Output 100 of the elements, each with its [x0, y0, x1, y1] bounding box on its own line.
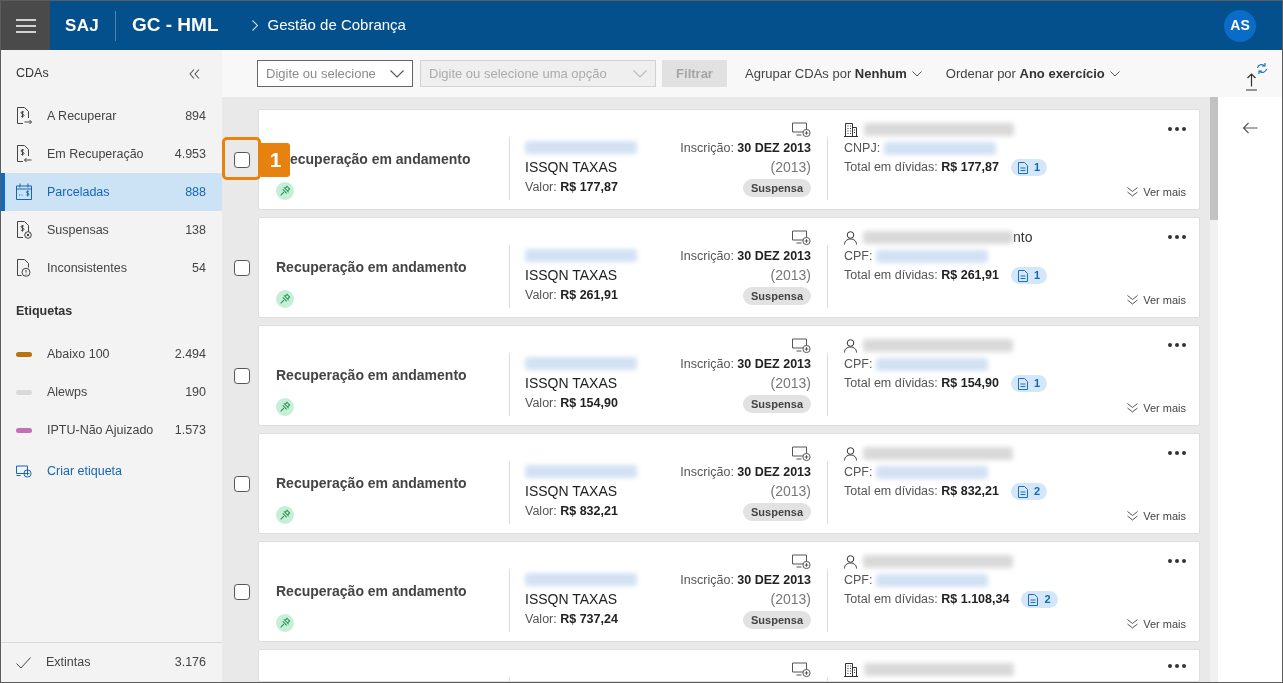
- screen-plus-icon[interactable]: [792, 445, 811, 462]
- chevron-right-icon: [251, 20, 258, 31]
- documents-button[interactable]: 2: [1010, 483, 1048, 500]
- dropdown-button[interactable]: Ordenar por Ano exercício: [945, 63, 1120, 84]
- building-icon: [844, 662, 858, 677]
- documents-button[interactable]: 1: [1010, 267, 1048, 284]
- see-more-link[interactable]: Ver mais: [1127, 184, 1186, 200]
- tax-type: ISSQN TAXAS: [525, 374, 619, 393]
- user-avatar[interactable]: AS: [1224, 9, 1256, 42]
- sidebar-item[interactable]: Parceladas 888: [1, 173, 222, 211]
- item-count: 2.494: [174, 345, 206, 363]
- pin-icon: [276, 613, 294, 632]
- document-icon: [1017, 161, 1028, 174]
- tag-item[interactable]: Alewps 190: [1, 373, 222, 411]
- tax-type: ISSQN TAXAS: [525, 158, 619, 177]
- scrollbar-thumb[interactable]: [1210, 97, 1218, 220]
- value-text: Valor: R$ 177,87: [525, 179, 619, 196]
- double-chevron-icon: [1127, 295, 1139, 305]
- select-field[interactable]: Digite ou selecione: [257, 60, 413, 87]
- cda-card[interactable]: Recuperação em andamento ISSQN TAXAS Valor: R$ 261,91 Inscrição: 30 DEZ 2013 (2013) Suspensa nto CPF: Total em dívidas: R$ 261,91 1 Ver mais: [258, 217, 1200, 318]
- year-text: (2013): [770, 266, 811, 285]
- sidebar-item[interactable]: Em Recuperação 4.953: [1, 135, 222, 173]
- item-count: 190: [185, 383, 206, 401]
- sidebar-item[interactable]: Inconsistentes 54: [1, 249, 222, 287]
- screen-plus-icon: [16, 464, 32, 478]
- person-icon: [844, 446, 857, 461]
- value-text: Valor: R$ 154,90: [525, 395, 619, 412]
- row-checkbox[interactable]: [234, 259, 250, 276]
- arrow-left-icon: [1242, 122, 1258, 134]
- cda-card[interactable]: Recuperação em andamento ISSQN TAXAS Valor: R$ 154,90 Inscrição: 30 DEZ 2013 (2013) Suspensa CPF: Total em dívidas: R$ 154,90 1 Ver mais: [258, 325, 1200, 426]
- item-count: 888: [185, 183, 206, 201]
- calendar-icon: [16, 183, 32, 201]
- create-tag-link[interactable]: Criar etiqueta: [1, 452, 222, 490]
- caret-icon: [911, 70, 922, 77]
- item-count: 3.176: [174, 654, 206, 672]
- caret-icon: [390, 70, 404, 78]
- row-checkbox[interactable]: [234, 367, 250, 384]
- brand-name: SAJ: [65, 14, 99, 37]
- tag-item[interactable]: IPTU-Não Ajuizado 1.573: [1, 411, 222, 449]
- documents-button[interactable]: 1: [1010, 159, 1048, 176]
- item-count: 138: [185, 221, 206, 239]
- more-icon: [1168, 451, 1186, 455]
- document-icon: [1028, 593, 1039, 606]
- value-text: Valor: R$ 737,24: [525, 611, 619, 628]
- total-debt: Total em dívidas: R$ 832,21: [844, 483, 999, 500]
- more-icon: [1168, 559, 1186, 563]
- screen-plus-icon[interactable]: [792, 229, 811, 246]
- screen-plus-icon[interactable]: [792, 661, 811, 678]
- cda-card[interactable]: Recuperação em andamento ISSQN TAXAS Valor: R$ 832,21 Inscrição: 30 DEZ 2013 (2013) Suspensa CPF: Total em dívidas: R$ 832,21 2 Ver mais: [258, 433, 1200, 534]
- export-refresh-icon[interactable]: [1245, 62, 1268, 91]
- item-count: 4.953: [174, 145, 206, 163]
- status-tag: Suspensa: [743, 503, 811, 521]
- status-tag: Suspensa: [743, 287, 811, 305]
- inscription-date: Inscrição: 30 DEZ 2013: [680, 356, 811, 373]
- check-icon: [16, 656, 31, 669]
- menu-button[interactable]: [1, 1, 50, 50]
- card-title: Recuperação em andamento: [276, 366, 468, 385]
- tax-type: ISSQN TAXAS: [525, 482, 619, 501]
- see-more-link[interactable]: Ver mais: [1127, 508, 1186, 524]
- module-name: GC - HML: [132, 13, 219, 38]
- row-checkbox[interactable]: [234, 151, 250, 168]
- collapse-icon[interactable]: [189, 68, 200, 79]
- card-title: Recuperação em andamento: [276, 582, 468, 601]
- document-label: CPF:: [844, 572, 873, 589]
- screen-plus-icon[interactable]: [792, 337, 811, 354]
- inscription-date: Inscrição: 30 DEZ 2013: [680, 140, 811, 157]
- menu-icon[interactable]: [15, 18, 36, 33]
- document-icon: [1017, 485, 1028, 498]
- document-label: CNPJ:: [844, 140, 881, 157]
- sidebar-item[interactable]: Suspensas 138: [1, 211, 222, 249]
- back-button[interactable]: [1242, 122, 1258, 134]
- row-checkbox[interactable]: [234, 475, 250, 492]
- year-text: (2013): [770, 482, 811, 501]
- see-more-link[interactable]: Ver mais: [1127, 616, 1186, 632]
- see-more-link[interactable]: Ver mais: [1127, 292, 1186, 308]
- documents-button[interactable]: 2: [1021, 591, 1058, 608]
- status-tag: Suspensa: [743, 611, 811, 629]
- building-icon: [844, 122, 858, 137]
- more-icon: [1168, 343, 1186, 347]
- tag-item[interactable]: Abaixo 100 2.494: [1, 335, 222, 373]
- dropdown-button[interactable]: Agrupar CDAs por Nenhum: [745, 63, 922, 84]
- document-arrow-icon: [16, 107, 32, 125]
- screen-plus-icon[interactable]: [792, 121, 811, 138]
- document-label: CPF:: [844, 248, 873, 265]
- sidebar-item[interactable]: Extintas 3.176: [1, 643, 222, 682]
- year-text: (2013): [770, 374, 811, 393]
- screen-plus-icon[interactable]: [792, 553, 811, 570]
- row-checkbox[interactable]: [234, 583, 250, 600]
- double-chevron-icon: [1127, 619, 1139, 629]
- cda-card[interactable]: Recuperação em andamento ISSQN TAXAS Valor: R$ 737,24 Inscrição: 30 DEZ 2013 (2013) Suspensa CPF: Total em dívidas: R$ 1.108,34 2 Ver mais: [258, 541, 1200, 642]
- name-fragment: nto: [1013, 228, 1033, 247]
- see-more-link[interactable]: Ver mais: [1127, 400, 1186, 416]
- more-icon: [1168, 664, 1186, 668]
- documents-button[interactable]: 1: [1010, 375, 1048, 392]
- double-chevron-icon: [1127, 403, 1139, 413]
- document-alert-icon: [16, 259, 32, 277]
- total-debt: Total em dívidas: R$ 1.108,34: [844, 591, 1010, 608]
- double-chevron-icon: [1127, 511, 1139, 521]
- sidebar-item[interactable]: A Recuperar 894: [1, 97, 222, 135]
- status-tag: Suspensa: [743, 395, 811, 413]
